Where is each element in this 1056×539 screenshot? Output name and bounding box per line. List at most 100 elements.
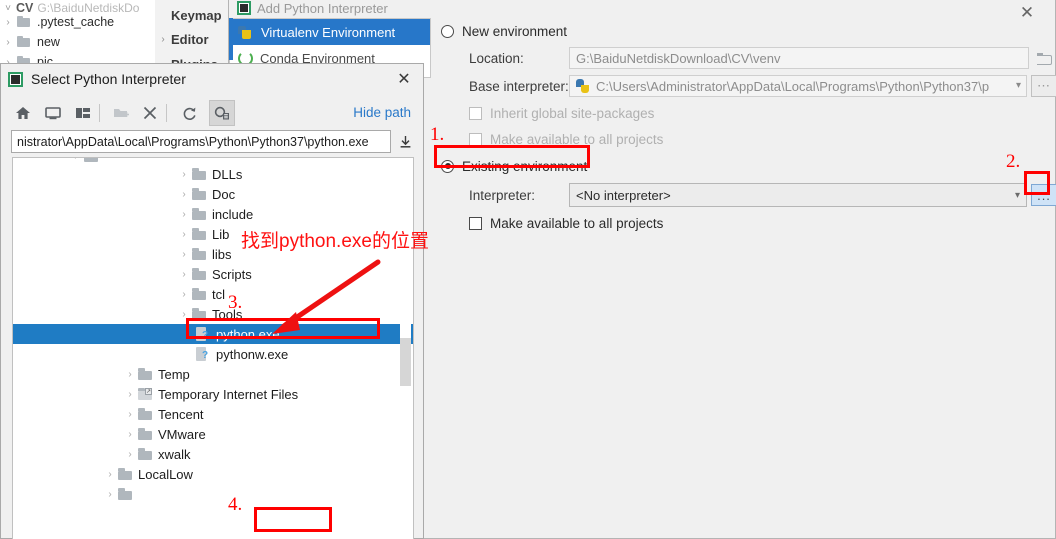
select-interpreter-close-button[interactable]: ✕: [391, 68, 417, 90]
project-item-new[interactable]: › new: [0, 32, 160, 52]
chevron-right-icon[interactable]: ›: [177, 169, 191, 180]
chevron-right-icon[interactable]: ›: [103, 489, 117, 500]
path-input[interactable]: nistrator\AppData\Local\Programs\Python\…: [11, 130, 391, 153]
folder-icon: [137, 428, 153, 441]
tree-row[interactable]: › xwalk: [13, 444, 413, 464]
refresh-icon[interactable]: [176, 100, 202, 126]
folder-icon: [16, 16, 32, 28]
chevron-right-icon[interactable]: ›: [177, 309, 191, 320]
new-env-make-available-row[interactable]: Make available to all projects: [441, 126, 1056, 152]
tree-row[interactable]: › Tencent: [13, 404, 413, 424]
tree-row[interactable]: › Tools: [13, 304, 413, 324]
interpreter-combo[interactable]: <No interpreter> ▾: [569, 183, 1027, 207]
project-folder-icon[interactable]: [70, 100, 96, 126]
inherit-site-packages-row[interactable]: Inherit global site-packages: [441, 100, 1056, 126]
base-interpreter-label: Base interpreter:: [469, 78, 569, 94]
tree-row-clipped-bottom[interactable]: ›: [13, 484, 413, 504]
settings-item-label: Keymap: [171, 7, 222, 23]
chevron-right-icon[interactable]: ›: [123, 409, 137, 420]
select-interpreter-titlebar: Select Python Interpreter: [1, 64, 423, 94]
existing-env-make-available-label: Make available to all projects: [490, 215, 664, 231]
chevron-right-icon[interactable]: ›: [123, 389, 137, 400]
tree-row[interactable]: › LocalLow: [13, 464, 413, 484]
settings-item-keymap[interactable]: Keymap: [155, 3, 230, 27]
tree-row[interactable]: › Doc: [13, 184, 413, 204]
new-environment-label: New environment: [462, 23, 568, 39]
home-icon[interactable]: [10, 100, 36, 126]
chevron-right-icon[interactable]: ›: [69, 158, 83, 162]
chevron-down-icon[interactable]: ▾: [1015, 190, 1020, 201]
chevron-right-icon[interactable]: ›: [0, 17, 16, 28]
tree-row[interactable]: › Temp: [13, 364, 413, 384]
chevron-right-icon[interactable]: ›: [177, 289, 191, 300]
folder-icon: [117, 488, 133, 501]
annotation-step-4: 4.: [228, 494, 243, 515]
settings-item-label: Editor: [171, 31, 209, 47]
chevron-right-icon[interactable]: ›: [177, 229, 191, 240]
tree-row-label: Tencent: [158, 406, 204, 422]
tree-row[interactable]: › tcl: [13, 284, 413, 304]
location-browse-button[interactable]: [1031, 47, 1056, 69]
tree-row[interactable]: › ↗ Temporary Internet Files: [13, 384, 413, 404]
executable-file-icon: ?: [195, 326, 211, 342]
hide-path-link[interactable]: Hide path: [353, 105, 411, 120]
select-interpreter-title: Select Python Interpreter: [31, 71, 186, 87]
folder-icon: [191, 248, 207, 261]
tree-row-label: Temp: [158, 366, 190, 382]
file-chooser-toolbar: Hide path: [1, 97, 423, 129]
interpreter-value: <No interpreter>: [576, 187, 671, 203]
interpreter-label: Interpreter:: [469, 187, 536, 203]
desktop-icon[interactable]: [40, 100, 66, 126]
existing-environment-radio[interactable]: [441, 159, 454, 173]
folder-open-icon: [1037, 52, 1052, 65]
pycharm-icon: [8, 71, 23, 87]
chevron-right-icon[interactable]: ›: [123, 449, 137, 460]
path-history-dropdown-icon[interactable]: [395, 130, 415, 153]
tree-row-python-exe[interactable]: ? python.exe: [13, 324, 413, 344]
env-type-label: Virtualenv Environment: [261, 24, 396, 40]
base-interpreter-browse-button[interactable]: ⋯: [1031, 75, 1056, 97]
interpreter-browse-button[interactable]: ...: [1031, 184, 1056, 206]
inherit-site-packages-checkbox[interactable]: [469, 106, 482, 120]
tree-row-label: DLLs: [212, 166, 243, 182]
file-tree[interactable]: › › DLLs › Doc › include › Lib: [12, 157, 414, 539]
chevron-right-icon[interactable]: ›: [0, 37, 16, 48]
settings-item-editor[interactable]: › Editor: [155, 27, 230, 51]
select-python-interpreter-dialog: Select Python Interpreter ✕ Hide path ni…: [0, 63, 424, 539]
add-interpreter-title: Add Python Interpreter: [257, 0, 388, 16]
chevron-right-icon[interactable]: ›: [123, 429, 137, 440]
existing-environment-radio-row[interactable]: Existing environment: [441, 152, 1056, 180]
folder-icon: [16, 36, 32, 48]
tree-row[interactable]: › DLLs: [13, 164, 413, 184]
delete-icon[interactable]: [137, 100, 163, 126]
location-input[interactable]: G:\BaiduNetdiskDownload\CV\venv: [569, 47, 1029, 69]
tree-scrollbar[interactable]: [400, 160, 411, 539]
tree-row[interactable]: › Scripts: [13, 264, 413, 284]
chevron-down-icon[interactable]: ▾: [1016, 80, 1021, 91]
new-env-make-available-label: Make available to all projects: [490, 131, 664, 147]
base-interpreter-combo[interactable]: C:\Users\Administrator\AppData\Local\Pro…: [569, 75, 1027, 97]
tree-row-label: libs: [212, 246, 232, 262]
chevron-right-icon[interactable]: ›: [177, 209, 191, 220]
project-item-label: .pytest_cache: [37, 15, 115, 29]
chevron-right-icon[interactable]: ›: [103, 469, 117, 480]
chevron-right-icon[interactable]: ›: [177, 269, 191, 280]
chevron-right-icon[interactable]: ›: [123, 369, 137, 380]
chevron-right-icon[interactable]: ›: [177, 249, 191, 260]
chevron-right-icon[interactable]: ›: [155, 34, 171, 45]
tree-row[interactable]: › include: [13, 204, 413, 224]
existing-env-make-available-checkbox[interactable]: [469, 216, 482, 230]
inherit-site-packages-label: Inherit global site-packages: [490, 105, 655, 121]
existing-env-make-available-row[interactable]: Make available to all projects: [441, 210, 1056, 236]
tree-scrollbar-thumb[interactable]: [400, 338, 411, 386]
tree-row-pythonw-exe[interactable]: ? pythonw.exe: [13, 344, 413, 364]
new-environment-radio[interactable]: [441, 24, 454, 38]
env-type-virtualenv[interactable]: Virtualenv Environment: [230, 19, 430, 45]
tree-row-label: Lib: [212, 226, 230, 242]
chevron-right-icon[interactable]: ›: [177, 189, 191, 200]
tree-row[interactable]: › VMware: [13, 424, 413, 444]
new-environment-radio-row[interactable]: New environment: [441, 18, 1056, 44]
new-env-make-available-checkbox[interactable]: [469, 132, 482, 146]
show-hidden-files-icon[interactable]: [209, 100, 235, 126]
project-item-pytest-cache[interactable]: › .pytest_cache: [0, 12, 160, 32]
